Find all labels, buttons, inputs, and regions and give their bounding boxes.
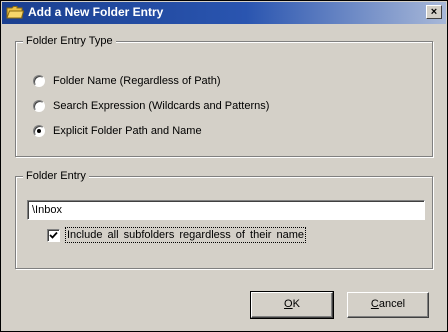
radio-button[interactable] — [33, 100, 45, 112]
include-subfolders-checkbox[interactable] — [47, 229, 60, 242]
radio-label: Folder Name (Regardless of Path) — [53, 75, 221, 87]
close-icon: × — [430, 6, 438, 18]
folder-entry-group: Folder Entry Include all subfolders rega… — [15, 170, 433, 269]
radio-label: Search Expression (Wildcards and Pattern… — [53, 100, 270, 112]
folder-entry-input[interactable] — [27, 200, 425, 220]
cancel-label: ancel — [378, 298, 406, 310]
cancel-mnemonic: C — [370, 298, 379, 310]
checkmark-icon — [49, 231, 58, 239]
include-subfolders-label: Include all subfolders regardless of the… — [64, 227, 307, 243]
folder-entry-type-group: Folder Entry Type Folder Name (Regardles… — [15, 35, 433, 157]
title-bar: Add a New Folder Entry × — [2, 2, 446, 24]
radio-button[interactable] — [33, 75, 45, 87]
folder-icon — [6, 5, 25, 20]
cancel-button[interactable]: Cancel — [347, 292, 429, 318]
group-frame — [15, 176, 433, 269]
radio-button[interactable] — [33, 125, 45, 137]
ok-button[interactable]: OK — [250, 291, 334, 319]
ok-label: K — [292, 298, 300, 310]
group-label: Folder Entry — [23, 170, 89, 183]
dialog-title: Add a New Folder Entry — [28, 5, 164, 19]
add-folder-entry-dialog: Add a New Folder Entry × Folder Entry Ty… — [0, 0, 448, 332]
group-label: Folder Entry Type — [23, 35, 116, 48]
ok-mnemonic: O — [284, 298, 293, 310]
close-button[interactable]: × — [426, 5, 442, 19]
radio-label: Explicit Folder Path and Name — [53, 125, 202, 137]
